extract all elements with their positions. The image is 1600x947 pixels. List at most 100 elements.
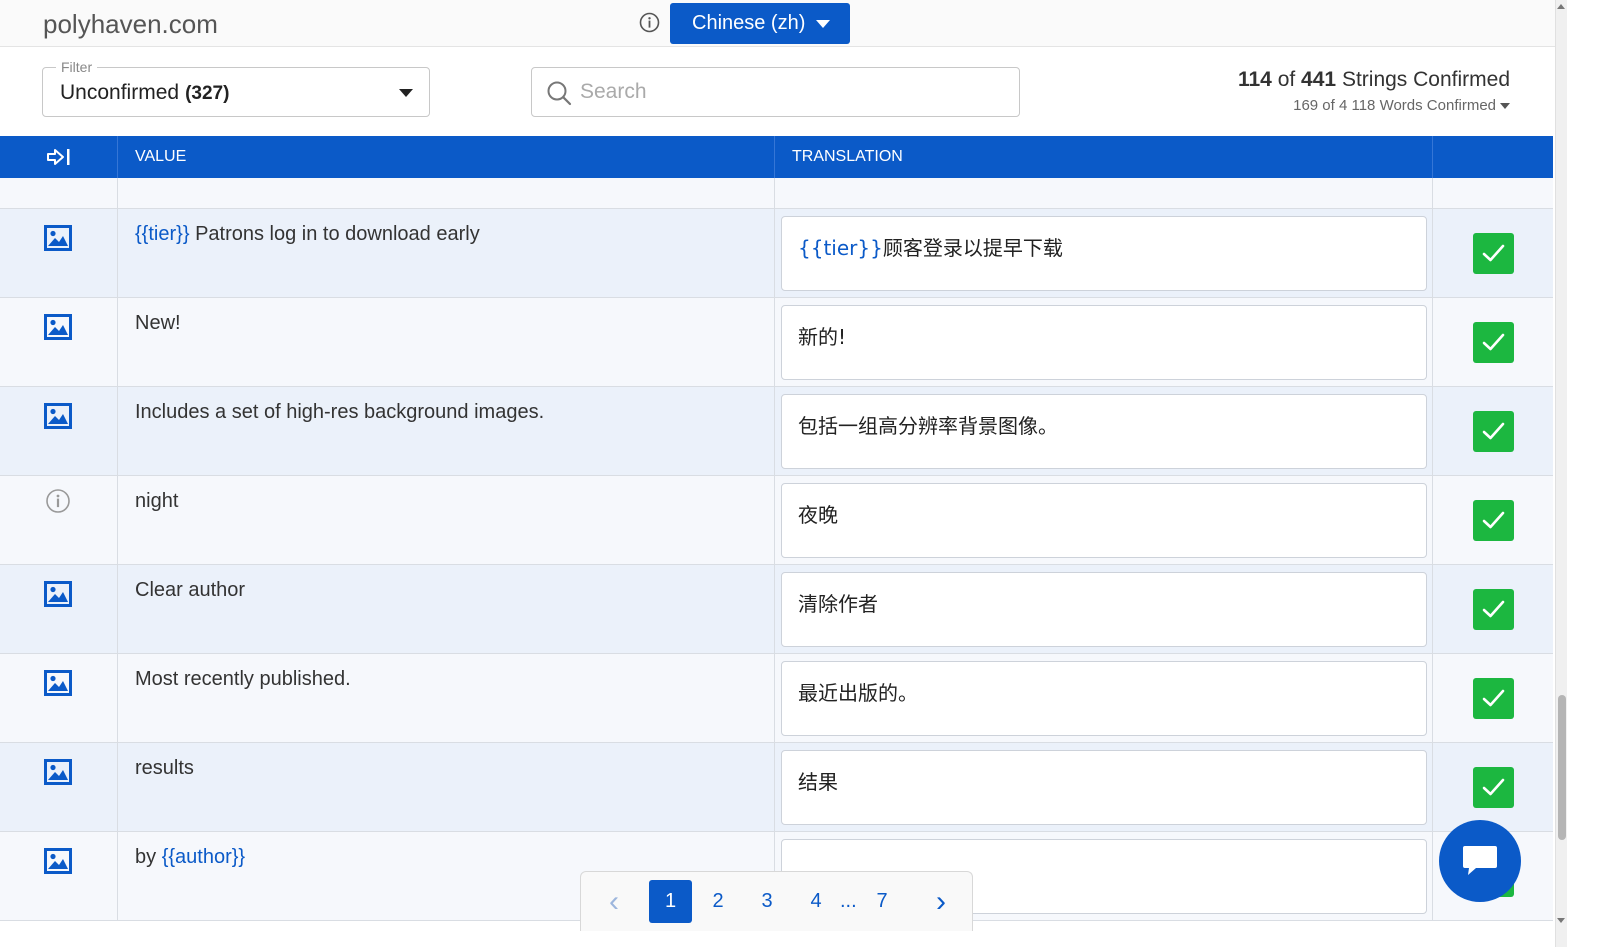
page-button-last[interactable]: 7: [870, 880, 894, 923]
translation-input[interactable]: 新的!: [781, 305, 1427, 380]
filter-legend: Filter: [56, 59, 98, 75]
page-button-4[interactable]: 4: [804, 880, 828, 923]
next-page-button[interactable]: ›: [926, 880, 956, 923]
source-value: night: [118, 476, 775, 565]
table-row: Includes a set of high-res background im…: [0, 387, 1553, 476]
image-icon[interactable]: [44, 670, 72, 696]
info-icon[interactable]: [639, 12, 660, 33]
source-value: Includes a set of high-res background im…: [118, 387, 775, 476]
translation-cell: {{tier}}顾客登录以提早下载: [775, 209, 1433, 298]
translation-text-segment: {{tier}}: [798, 236, 883, 260]
language-select-button[interactable]: Chinese (zh): [670, 3, 850, 44]
scroll-up-arrow-icon[interactable]: [1557, 4, 1565, 9]
caret-down-icon: [816, 20, 830, 28]
translation-cell: 夜晚: [775, 476, 1433, 565]
translation-cell: 该资产由作者无法捐赠给 Poly Haven :): [775, 178, 1433, 209]
row-context-cell: [0, 178, 118, 209]
confirm-button[interactable]: [1473, 678, 1514, 719]
row-context-cell: [0, 298, 118, 387]
image-icon[interactable]: [44, 403, 72, 429]
row-context-cell: [0, 476, 118, 565]
page-scrollbar[interactable]: [1555, 0, 1567, 947]
top-bar: polyhaven.com Chinese (zh): [0, 0, 1555, 47]
scroll-thumb[interactable]: [1558, 695, 1566, 840]
language-label: Chinese (zh): [692, 12, 806, 34]
source-value: results: [118, 743, 775, 832]
search-box: [531, 67, 1020, 117]
translation-text-segment: 顾客登录以提早下载: [882, 236, 1063, 260]
translation-cell: 新的!: [775, 298, 1433, 387]
confirm-button[interactable]: [1473, 767, 1514, 808]
table-row: New! 新的!: [0, 298, 1553, 387]
translation-input[interactable]: 包括一组高分辨率背景图像。: [781, 394, 1427, 469]
confirm-button[interactable]: [1473, 411, 1514, 452]
translation-text-segment: 清除作者: [798, 592, 878, 616]
strings-total-count: 441: [1301, 68, 1337, 91]
image-icon[interactable]: [44, 759, 72, 785]
strings-confirmed: 114 of 441 Strings Confirmed: [1238, 68, 1510, 92]
source-text-segment: {{tier}}: [135, 223, 190, 245]
strings-confirmed-label: Strings Confirmed: [1341, 68, 1510, 91]
source-text-segment: Clear author: [135, 579, 246, 601]
words-confirmed-label: 169 of 4 118 Words Confirmed: [1293, 97, 1496, 114]
search-icon: [547, 81, 572, 106]
source-value: Most recently published.: [118, 654, 775, 743]
column-header-translation: TRANSLATION: [775, 136, 1433, 178]
table-row: Most recently published. 最近出版的。: [0, 654, 1553, 743]
translation-cell: 结果: [775, 743, 1433, 832]
translation-text-segment: 夜晚: [798, 503, 838, 527]
row-context-cell: [0, 209, 118, 298]
confirm-cell: [1433, 387, 1553, 476]
scroll-down-arrow-icon[interactable]: [1557, 918, 1565, 923]
source-text-segment: Most recently published.: [135, 668, 351, 690]
image-icon[interactable]: [44, 848, 72, 874]
translation-input[interactable]: {{tier}}顾客登录以提早下载: [781, 216, 1427, 291]
source-text-segment: results: [135, 757, 194, 779]
source-text-segment: New!: [135, 312, 181, 334]
translation-input[interactable]: 清除作者: [781, 572, 1427, 647]
translation-input[interactable]: 结果: [781, 750, 1427, 825]
source-value: {{tier}} Patrons log in to download earl…: [118, 209, 775, 298]
table-row: {{tier}} Patrons log in to download earl…: [0, 209, 1553, 298]
caret-down-icon: [1500, 103, 1510, 110]
search-input[interactable]: [580, 76, 1000, 108]
site-name: polyhaven.com: [43, 9, 218, 39]
pagination-ellipsis: ...: [840, 890, 857, 912]
confirm-cell: [1433, 178, 1553, 209]
column-header-value: VALUE: [118, 136, 775, 178]
page-button-2[interactable]: 2: [706, 880, 730, 923]
confirm-button[interactable]: [1473, 233, 1514, 274]
confirm-button[interactable]: [1473, 500, 1514, 541]
image-icon[interactable]: [44, 225, 72, 251]
source-text-segment: {{author}}: [161, 846, 246, 868]
row-context-cell: [0, 654, 118, 743]
info-icon[interactable]: [45, 488, 73, 514]
collapse-column-toggle[interactable]: [0, 136, 118, 178]
page-button-3[interactable]: 3: [755, 880, 779, 923]
row-context-cell: [0, 743, 118, 832]
source-value: New!: [118, 298, 775, 387]
translation-cell: 包括一组高分辨率背景图像。: [775, 387, 1433, 476]
confirmation-stats: 114 of 441 Strings Confirmed 169 of 4 11…: [1238, 68, 1510, 114]
chat-button[interactable]: [1439, 820, 1521, 902]
strings-of-label: of: [1277, 68, 1296, 91]
image-icon[interactable]: [44, 581, 72, 607]
translation-cell: 最近出版的。: [775, 654, 1433, 743]
confirm-button[interactable]: [1473, 322, 1514, 363]
strings-confirmed-count: 114: [1237, 68, 1272, 91]
translation-input[interactable]: 夜晚: [781, 483, 1427, 558]
words-confirmed-toggle[interactable]: 169 of 4 118 Words Confirmed: [1238, 97, 1510, 114]
filter-select[interactable]: Filter Unconfirmed (327): [42, 59, 430, 117]
prev-page-button[interactable]: ‹: [599, 880, 629, 923]
translation-cell: 清除作者: [775, 565, 1433, 654]
table-header: VALUE TRANSLATION: [0, 136, 1553, 178]
source-text-segment: Patrons log in to download early: [189, 223, 480, 245]
confirm-cell: [1433, 565, 1553, 654]
confirm-cell: [1433, 476, 1553, 565]
confirm-button[interactable]: [1473, 589, 1514, 630]
row-context-cell: [0, 387, 118, 476]
image-icon[interactable]: [44, 314, 72, 340]
page-button-1[interactable]: 1: [649, 880, 692, 923]
translation-input[interactable]: 最近出版的。: [781, 661, 1427, 736]
confirm-cell: [1433, 298, 1553, 387]
